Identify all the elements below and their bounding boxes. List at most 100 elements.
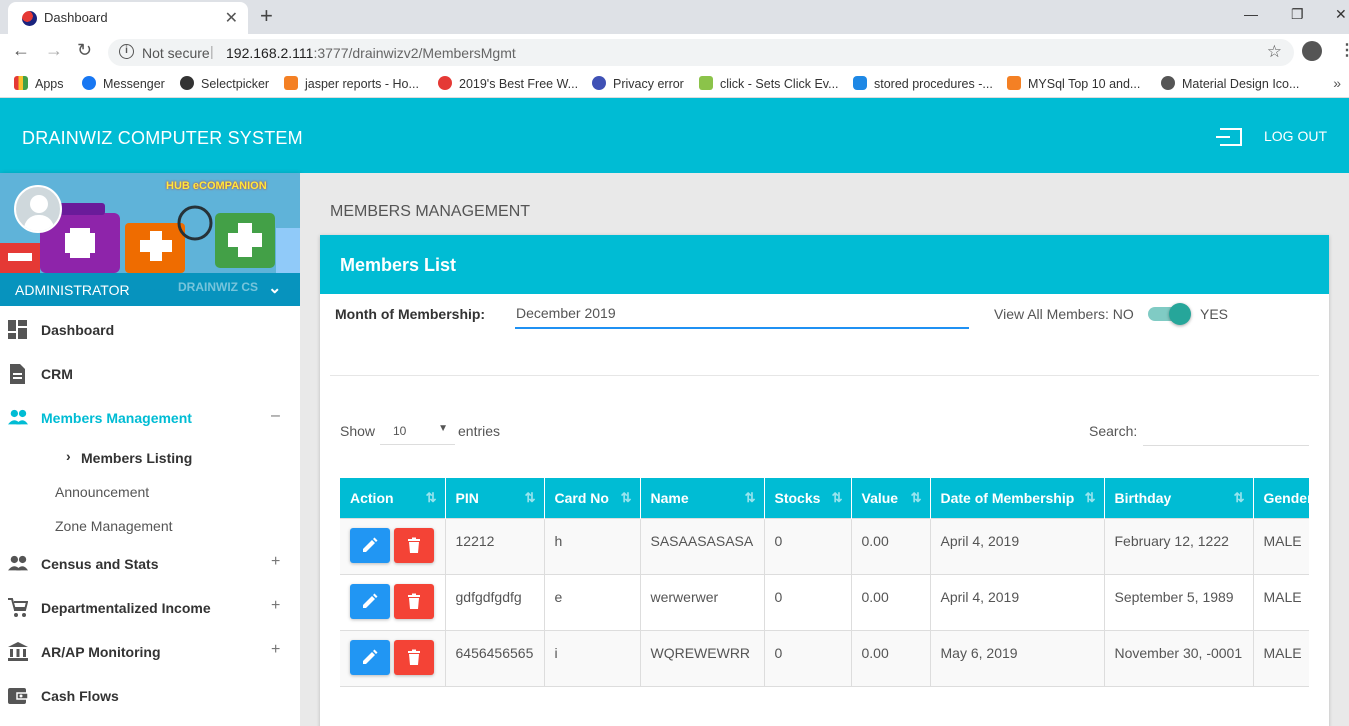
sidebar-item-members-management[interactable]: Members Management – [0, 396, 300, 440]
trash-icon [408, 649, 420, 665]
sidebar: HUB eCOMPANION ADMINISTRATOR DRAINWIZ CS… [0, 173, 300, 726]
sidebar-subitem-label: Zone Management [55, 518, 173, 534]
bookmark-star-icon[interactable]: ☆ [1267, 42, 1282, 62]
edit-button[interactable] [350, 583, 390, 619]
sidebar-item-crm[interactable]: CRM [0, 352, 300, 396]
sidebar-subitem-zone-management[interactable]: Zone Management [0, 508, 300, 542]
cell-birthday: November 30, -0001 [1104, 629, 1254, 686]
reload-icon[interactable]: ↻ [77, 40, 92, 61]
column-header-birthday[interactable]: Birthday ⇅ [1104, 478, 1254, 518]
edit-button[interactable] [350, 639, 390, 675]
bookmark-stored-procedures[interactable]: stored procedures -... [853, 76, 993, 91]
address-bar: ← → ↻ i Not secure | 192.168.2.111:3777/… [0, 34, 1349, 70]
bookmark-material-design[interactable]: Material Design Ico... [1161, 76, 1299, 91]
entries-value: 10 [393, 424, 407, 438]
browser-tab[interactable]: Dashboard ✕ [8, 2, 248, 34]
column-header-stocks[interactable]: Stocks ⇅ [764, 478, 852, 518]
divider [330, 375, 1319, 376]
search-input[interactable] [1143, 416, 1309, 446]
omnibox[interactable]: i Not secure | 192.168.2.111:3777/drainw… [108, 39, 1294, 66]
bookmark-privacy-error[interactable]: Privacy error [592, 76, 684, 91]
bookmark-apps[interactable]: Apps [14, 76, 64, 91]
sidebar-subitem-announcement[interactable]: Announcement [0, 474, 300, 508]
avatar[interactable] [14, 185, 62, 233]
bookmarks-more-icon[interactable]: » [1333, 75, 1341, 91]
delete-button[interactable] [394, 583, 434, 619]
cell-pin: 6456456565 [445, 629, 545, 686]
minimize-icon[interactable]: — [1244, 6, 1258, 22]
forward-icon[interactable]: → [45, 40, 63, 61]
expand-icon[interactable]: + [271, 597, 280, 615]
sidebar-item-cash-flows[interactable]: Cash Flows [0, 674, 300, 718]
wallet-icon [8, 688, 28, 704]
toggle-knob[interactable] [1169, 303, 1191, 325]
trash-icon [408, 593, 420, 609]
expand-icon[interactable]: + [271, 641, 280, 659]
column-header-gender[interactable]: Gender⇅ [1253, 478, 1309, 518]
sidebar-item-census-and-stats[interactable]: Census and Stats + [0, 542, 300, 586]
cell-card-no: h [544, 517, 641, 574]
sidebar-item-departmentalized-income[interactable]: Departmentalized Income + [0, 586, 300, 630]
delete-button[interactable] [394, 527, 434, 563]
browser-tab-strip: Dashboard ✕ + — ❐ ✕ [0, 0, 1349, 34]
expand-icon[interactable]: + [271, 553, 280, 571]
sidebar-item-dashboard[interactable]: Dashboard [0, 308, 300, 352]
view-all-toggle[interactable] [1148, 303, 1191, 325]
chevron-right-icon: › [66, 448, 71, 464]
app-title: DRAINWIZ COMPUTER SYSTEM [22, 128, 303, 148]
table-row: gdfgdfgdfg e werwerwer 0 0.00 April 4, 2… [340, 573, 1309, 630]
sort-icon: ⇅ [620, 490, 632, 505]
profile-icon[interactable] [1302, 41, 1322, 61]
yes-label: YES [1200, 306, 1229, 322]
cell-gender: MALE [1253, 573, 1309, 630]
cell-name: WQREWEWRR [640, 629, 765, 686]
pinwheel-icon [699, 76, 713, 90]
column-header-name[interactable]: Name ⇅ [640, 478, 765, 518]
column-header-pin[interactable]: PIN ⇅ [445, 478, 545, 518]
cell-pin: gdfgdfgdfg [445, 573, 545, 630]
sidebar-item-ar-ap-monitoring[interactable]: AR/AP Monitoring + [0, 630, 300, 674]
column-header-card-no[interactable]: Card No ⇅ [544, 478, 641, 518]
column-header-action[interactable]: Action ⇅ [340, 478, 446, 518]
cell-gender: MALE [1253, 629, 1309, 686]
cell-stocks: 0 [764, 573, 852, 630]
new-tab-button[interactable]: + [260, 3, 273, 29]
chevron-down-icon[interactable]: ⌄ [268, 278, 281, 298]
entries-label: entries [458, 423, 501, 439]
action-cell [340, 629, 446, 686]
bookmark-best-free[interactable]: 2019's Best Free W... [438, 76, 578, 91]
column-header-date-of-membership[interactable]: Date of Membership ⇅ [930, 478, 1105, 518]
bookmarks-bar: Apps Messenger Selectpicker jasper repor… [0, 70, 1349, 98]
info-icon[interactable]: i [119, 44, 134, 59]
warning-icon [592, 76, 606, 90]
collapse-icon[interactable]: – [271, 407, 280, 425]
edit-button[interactable] [350, 527, 390, 563]
close-tab-icon[interactable]: ✕ [225, 8, 238, 28]
month-of-membership-input[interactable] [515, 299, 969, 329]
restore-icon[interactable]: ❐ [1291, 6, 1304, 23]
bookmark-selectpicker[interactable]: Selectpicker [180, 76, 269, 91]
not-secure-label: Not secure [142, 45, 210, 61]
bookmark-messenger[interactable]: Messenger [82, 76, 165, 91]
bookmark-click[interactable]: click - Sets Click Ev... [699, 76, 839, 91]
members-card: Members List Month of Membership: View A… [320, 235, 1329, 726]
user-bar[interactable]: ADMINISTRATOR DRAINWIZ CS ⌄ [0, 273, 300, 306]
entries-select[interactable]: 10 ▼ [380, 417, 455, 445]
delete-button[interactable] [394, 639, 434, 675]
bookmark-jasper[interactable]: jasper reports - Ho... [284, 76, 419, 91]
column-header-value[interactable]: Value ⇅ [851, 478, 931, 518]
sidebar-item-label: Cash Flows [41, 688, 119, 704]
browser-menu-icon[interactable]: ⋮ [1339, 40, 1349, 60]
cell-gender: MALE [1253, 517, 1309, 574]
cell-birthday: February 12, 1222 [1104, 517, 1254, 574]
close-window-icon[interactable]: ✕ [1335, 6, 1347, 23]
search-label: Search: [1089, 423, 1138, 439]
cell-stocks: 0 [764, 629, 852, 686]
caret-down-icon: ▼ [438, 423, 448, 434]
sort-icon: ⇅ [524, 490, 536, 505]
sidebar-subitem-members-listing[interactable]: › Members Listing [0, 440, 300, 474]
back-icon[interactable]: ← [12, 40, 30, 61]
cell-value: 0.00 [851, 573, 931, 630]
apps-grid-icon [14, 76, 28, 90]
bookmark-mysql[interactable]: MYSql Top 10 and... [1007, 76, 1140, 91]
